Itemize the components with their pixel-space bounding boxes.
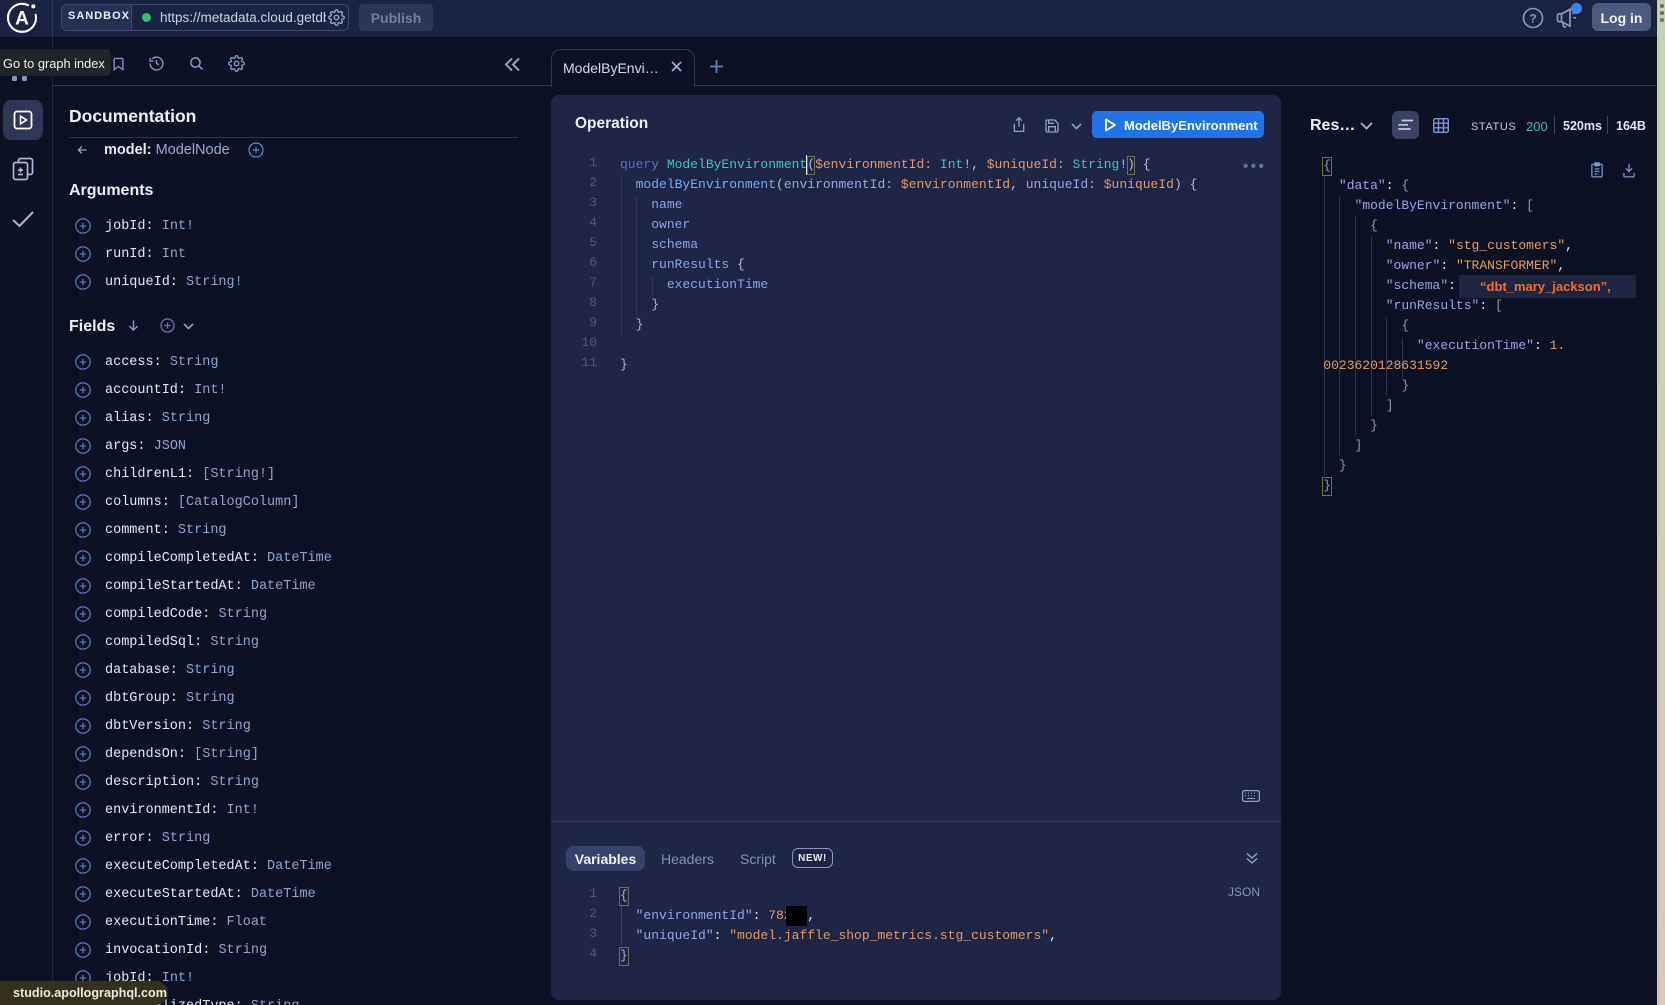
svg-text:A: A xyxy=(15,9,29,30)
svg-text:?: ? xyxy=(1529,11,1536,25)
